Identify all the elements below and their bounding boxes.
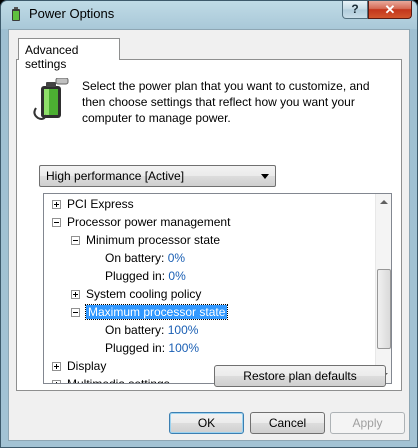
power-options-window: Power Options ? ✕ Advanced settings Sele… bbox=[0, 0, 418, 448]
settings-tree[interactable]: PCI Express Processor power management M… bbox=[43, 193, 392, 384]
close-button[interactable]: ✕ bbox=[368, 1, 412, 19]
collapse-icon[interactable] bbox=[52, 218, 61, 227]
restore-plan-defaults-button[interactable]: Restore plan defaults bbox=[214, 365, 386, 387]
cancel-button[interactable]: Cancel bbox=[250, 412, 325, 434]
tree-item-processor-power[interactable]: Processor power management bbox=[67, 213, 230, 231]
collapse-icon[interactable] bbox=[71, 308, 80, 317]
title-bar[interactable]: Power Options ? ✕ bbox=[1, 1, 417, 27]
tree-item-max-on-battery[interactable]: On battery: 100% bbox=[105, 321, 198, 339]
tree-item-max-plugged-in[interactable]: Plugged in: 100% bbox=[105, 339, 199, 357]
scroll-up-icon[interactable] bbox=[380, 200, 388, 204]
setting-label: Plugged in: bbox=[105, 341, 166, 355]
setting-value-link[interactable]: 0% bbox=[168, 269, 185, 283]
tree-item-pci-express[interactable]: PCI Express bbox=[67, 195, 134, 213]
dialog-client-area: Advanced settings Select the power plan … bbox=[8, 29, 410, 441]
setting-label: On battery: bbox=[105, 323, 165, 337]
power-plan-value: High performance [Active] bbox=[46, 169, 185, 183]
expand-icon[interactable] bbox=[52, 380, 61, 383]
tree-item-cooling-policy[interactable]: System cooling policy bbox=[86, 285, 201, 303]
chevron-down-icon bbox=[261, 174, 269, 179]
apply-button[interactable]: Apply bbox=[330, 412, 405, 434]
setting-value-link[interactable]: 100% bbox=[168, 341, 199, 355]
window-title: Power Options bbox=[29, 6, 115, 21]
setting-value-link[interactable]: 100% bbox=[168, 323, 199, 337]
tree-item-max-processor-state[interactable]: Maximum processor state bbox=[84, 304, 229, 320]
expand-icon[interactable] bbox=[71, 290, 80, 299]
ok-button[interactable]: OK bbox=[169, 412, 244, 434]
setting-value-link[interactable]: 0% bbox=[168, 251, 185, 265]
description-text: Select the power plan that you want to c… bbox=[82, 79, 370, 125]
help-icon: ? bbox=[351, 2, 359, 16]
vertical-scrollbar[interactable] bbox=[375, 194, 391, 383]
tree-item-min-plugged-in[interactable]: Plugged in: 0% bbox=[105, 267, 186, 285]
tree-item-max-processor-state-row[interactable]: Maximum processor state bbox=[84, 303, 229, 321]
tree-item-multimedia[interactable]: Multimedia settings bbox=[67, 375, 170, 383]
help-button[interactable]: ? bbox=[342, 1, 368, 19]
expand-icon[interactable] bbox=[52, 362, 61, 371]
settings-tree-content: PCI Express Processor power management M… bbox=[44, 194, 375, 383]
close-icon: ✕ bbox=[384, 2, 396, 17]
scrollbar-thumb[interactable] bbox=[377, 269, 391, 349]
power-plan-select[interactable]: High performance [Active] bbox=[39, 165, 276, 187]
setting-label: On battery: bbox=[105, 251, 165, 265]
setting-label: Plugged in: bbox=[105, 269, 166, 283]
tree-item-display[interactable]: Display bbox=[67, 357, 106, 375]
tab-advanced-settings[interactable]: Advanced settings bbox=[18, 38, 120, 71]
battery-plug-icon bbox=[33, 78, 69, 120]
tree-item-min-on-battery[interactable]: On battery: 0% bbox=[105, 249, 185, 267]
tree-item-min-processor-state[interactable]: Minimum processor state bbox=[86, 231, 220, 249]
expand-icon[interactable] bbox=[52, 200, 61, 209]
power-options-icon bbox=[12, 7, 20, 21]
collapse-icon[interactable] bbox=[71, 236, 80, 245]
